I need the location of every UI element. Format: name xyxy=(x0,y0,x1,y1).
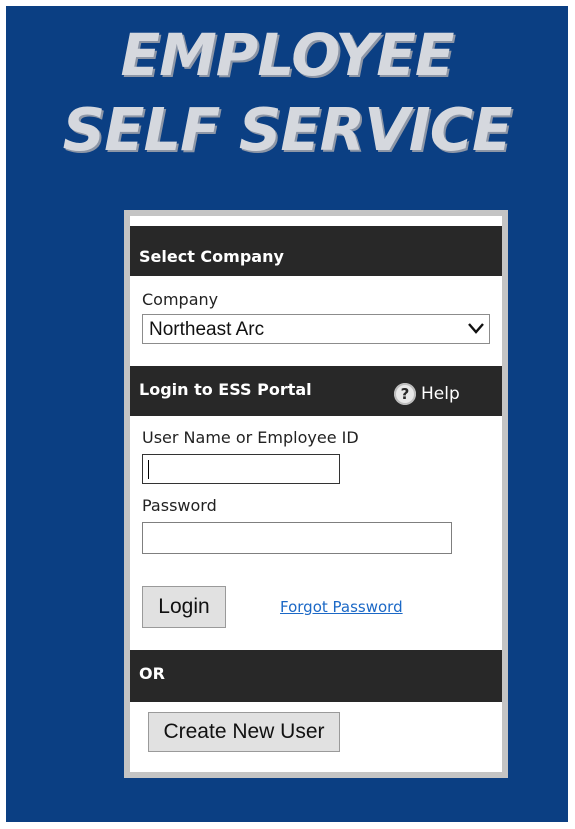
chevron-down-icon xyxy=(468,323,484,334)
page-title-line-1: EMPLOYEE xyxy=(120,21,454,89)
company-select-value: Northeast Arc xyxy=(149,319,265,340)
login-header: Login to ESS Portal ? Help xyxy=(130,366,502,416)
select-company-title: Select Company xyxy=(139,247,284,266)
page-background: EMPLOYEE SELF SERVICE Select Company Com… xyxy=(6,6,568,822)
company-select[interactable]: Northeast Arc xyxy=(142,314,490,344)
help-icon: ? xyxy=(394,383,416,405)
username-input[interactable] xyxy=(142,454,340,484)
create-new-user-button[interactable]: Create New User xyxy=(148,712,340,752)
or-label: OR xyxy=(139,664,165,683)
username-label: User Name or Employee ID xyxy=(142,428,359,447)
forgot-password-link[interactable]: Forgot Password xyxy=(280,598,403,616)
password-label: Password xyxy=(142,496,217,515)
login-button[interactable]: Login xyxy=(142,586,226,628)
help-label: Help xyxy=(421,384,460,404)
password-input[interactable] xyxy=(142,522,452,554)
login-panel: Select Company Company Northeast Arc Log… xyxy=(124,210,508,778)
company-label: Company xyxy=(142,290,219,309)
select-company-header: Select Company xyxy=(130,226,502,276)
login-title: Login to ESS Portal xyxy=(139,380,312,399)
or-divider: OR xyxy=(130,650,502,702)
text-caret xyxy=(148,460,149,479)
help-button[interactable]: ? Help xyxy=(394,382,460,406)
page-title-line-2: SELF SERVICE xyxy=(62,95,513,164)
